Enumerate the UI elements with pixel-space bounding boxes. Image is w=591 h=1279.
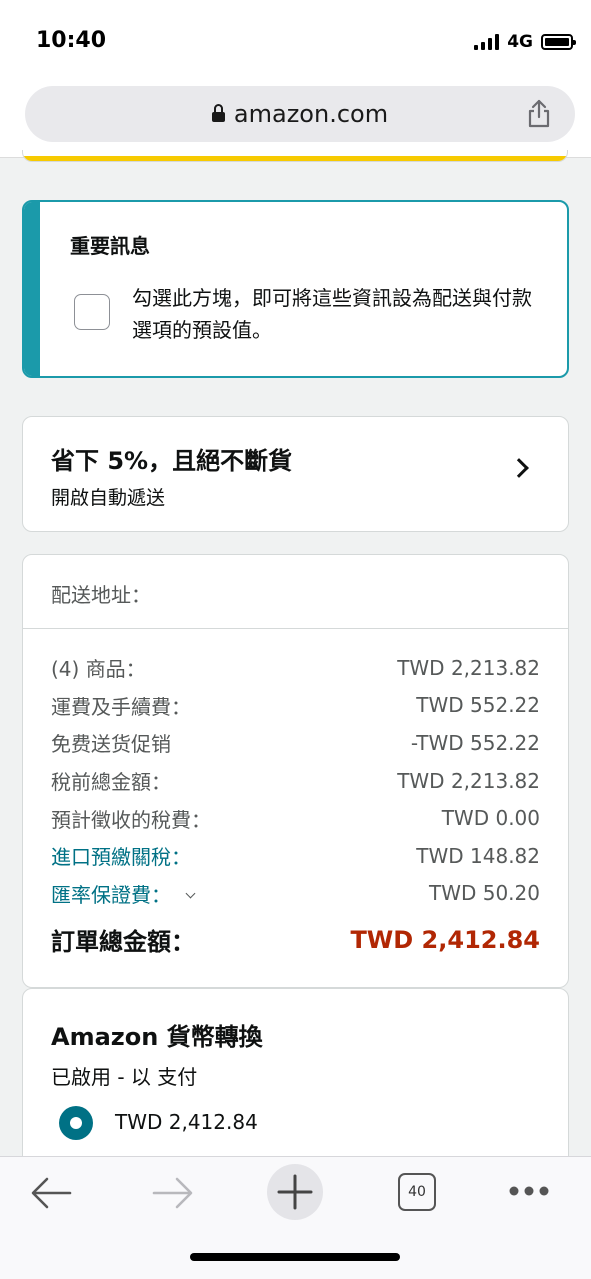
import-fees-link[interactable]: 進口預繳關稅：	[51, 841, 191, 870]
line-value: TWD 552.22	[416, 693, 540, 718]
currency-subtitle: 已啟用 - 以 支付	[51, 1065, 198, 1089]
line-items: (4) 商品： TWD 2,213.82	[51, 649, 540, 687]
order-summary-card: 配送地址： (4) 商品： TWD 2,213.82 運費及手續費： TWD 5…	[22, 554, 569, 988]
exchange-fee-toggle[interactable]: 匯率保證費：	[51, 879, 196, 908]
line-label: 運費及手續費：	[51, 694, 191, 719]
line-label: 稅前總金額：	[51, 770, 171, 795]
line-estimated-tax: 預計徵收的稅費： TWD 0.00	[51, 799, 540, 837]
important-notice-card: 重要訊息 勾選此方塊，即可將這些資訊設為配送與付款選項的預設值。	[22, 200, 569, 378]
status-time: 10:40	[36, 28, 107, 53]
forward-arrow-icon[interactable]	[150, 1173, 196, 1213]
line-exchange-fee: 匯率保證費： TWD 50.20	[51, 875, 540, 913]
subscribe-save-card[interactable]: 省下 5%，且絕不斷貨 開啟自動遞送	[22, 416, 569, 532]
currency-title: Amazon 貨幣轉換	[51, 1023, 263, 1051]
line-label: (4) 商品：	[51, 657, 146, 682]
line-import-fees: 進口預繳關稅： TWD 148.82	[51, 837, 540, 875]
default-settings-checkbox[interactable]	[74, 294, 110, 330]
share-icon[interactable]	[525, 98, 553, 128]
status-icons: 4G	[474, 32, 576, 52]
currency-option-label[interactable]: TWD 2,412.84	[115, 1110, 258, 1134]
address-bar[interactable]: amazon.com	[25, 86, 575, 142]
line-shipping: 運費及手續費： TWD 552.22	[51, 687, 540, 725]
tab-count: 40	[408, 1184, 426, 1200]
home-indicator	[190, 1253, 400, 1261]
line-value: TWD 0.00	[441, 806, 540, 831]
line-value: TWD 2,213.82	[397, 768, 540, 793]
line-value: TWD 148.82	[416, 843, 540, 868]
line-value: TWD 2,213.82	[397, 655, 540, 680]
line-free-shipping: 免费送货促销 -TWD 552.22	[51, 724, 540, 762]
url-text: amazon.com	[233, 100, 389, 128]
chevron-right-icon	[509, 458, 529, 478]
back-arrow-icon[interactable]	[28, 1173, 74, 1213]
line-before-tax: 稅前總金額： TWD 2,213.82	[51, 762, 540, 800]
order-total-row: 訂單總金額： TWD 2,412.84	[23, 922, 568, 957]
notice-accent-bar	[24, 202, 40, 376]
status-bar: 10:40 4G	[0, 0, 591, 80]
shipping-address-label: 配送地址：	[51, 583, 151, 607]
subscribe-title: 省下 5%，且絕不斷貨	[51, 447, 293, 475]
line-value: -TWD 552.22	[410, 730, 540, 755]
lock-icon	[211, 103, 225, 125]
summary-lines: (4) 商品： TWD 2,213.82 運費及手續費： TWD 552.22 …	[23, 629, 568, 912]
notice-title: 重要訊息	[70, 234, 150, 258]
network-label: 4G	[507, 32, 533, 52]
tab-count-button[interactable]: 40	[398, 1173, 436, 1211]
currency-option-radio[interactable]	[59, 1106, 93, 1140]
battery-icon	[541, 34, 576, 50]
more-menu-icon[interactable]	[506, 1183, 552, 1199]
previous-card-edge	[22, 150, 568, 162]
signal-icon	[474, 34, 500, 50]
order-total-label: 訂單總金額：	[51, 928, 195, 957]
line-value: TWD 50.20	[428, 881, 540, 906]
browser-address-area: amazon.com	[0, 80, 591, 158]
shipping-address-row: 配送地址：	[23, 555, 568, 629]
line-label: 免费送货促销	[51, 732, 171, 757]
chevron-down-icon[interactable]	[185, 888, 196, 899]
notice-text: 勾選此方塊，即可將這些資訊設為配送與付款選項的預設值。	[132, 286, 532, 342]
exchange-fee-link[interactable]: 匯率保證費：	[51, 883, 171, 907]
order-total-value: TWD 2,412.84	[350, 925, 540, 954]
new-tab-plus-icon[interactable]	[266, 1163, 324, 1221]
line-label: 預計徵收的稅費：	[51, 807, 211, 832]
subscribe-subtitle: 開啟自動遞送	[51, 487, 166, 509]
